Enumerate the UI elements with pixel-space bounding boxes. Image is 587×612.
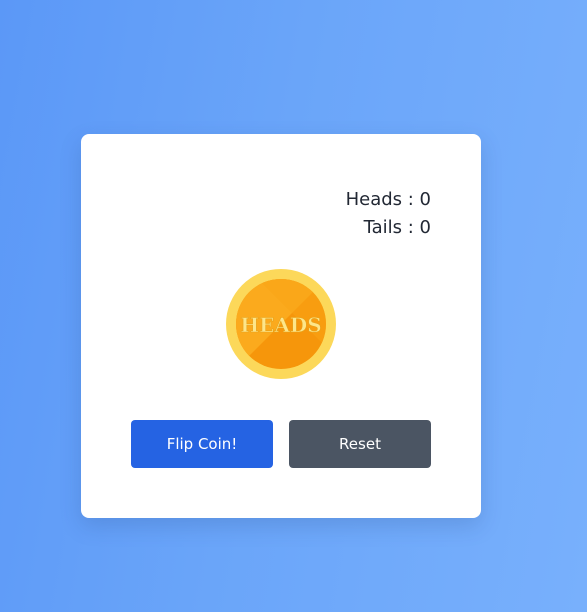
reset-button[interactable]: Reset [289,420,431,468]
coin-face-label: HEADS [240,313,321,337]
tails-score: Tails : 0 [363,217,431,238]
flip-coin-button[interactable]: Flip Coin! [131,420,273,468]
controls: Flip Coin! Reset [131,420,431,468]
coin-icon: HEADS [226,269,336,379]
coin-flip-card: Heads : 0 Tails : 0 HEADS Flip Coin! Res… [81,134,481,518]
coin: HEADS [226,269,336,379]
heads-score: Heads : 0 [345,189,431,210]
scoreboard: Heads : 0 Tails : 0 [346,186,431,242]
